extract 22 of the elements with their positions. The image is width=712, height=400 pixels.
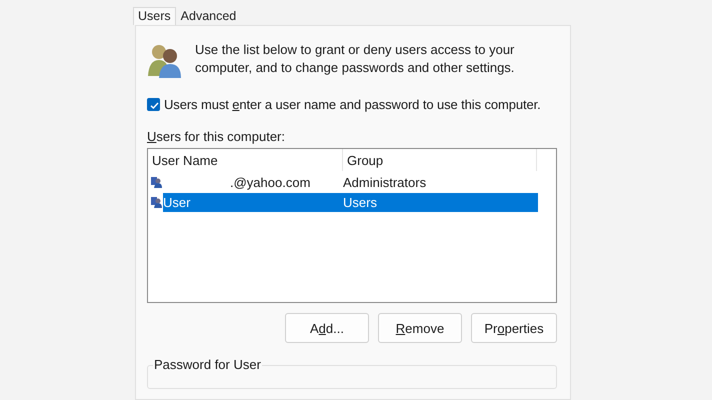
user-name-cell-text: User (163, 194, 192, 210)
button[interactable]: Properties (471, 313, 557, 343)
users-icon (147, 42, 183, 78)
button[interactable]: Remove (378, 313, 462, 343)
checkbox[interactable] (147, 98, 160, 111)
table-row[interactable]: .@yahoo.com Administrators (163, 172, 538, 192)
column-header[interactable]: User Name (148, 149, 343, 171)
group-cell: Administrators (343, 174, 426, 190)
user-icon (151, 196, 162, 208)
table-row[interactable]: User Users (163, 192, 538, 212)
group-cell: Users (343, 194, 377, 210)
column-header[interactable]: Group (343, 149, 537, 171)
group-title: Password for User (153, 358, 262, 372)
instruction-text: Use the list below to grant or deny users access to your computer, and to change passwords and other settings. (195, 41, 516, 77)
user-icon (151, 176, 162, 188)
tab[interactable]: Users (133, 7, 176, 25)
list-label: Users for this computer: (147, 129, 286, 146)
button[interactable]: Add... (285, 313, 369, 343)
tab[interactable]: Advanced (176, 7, 242, 25)
checkbox-label[interactable]: Users must enter a user name and password to use this computer. (164, 97, 541, 112)
users-list[interactable]: User Name Group .@yahoo.com Administrators User Users (147, 148, 557, 303)
user-name-cell-text: .@yahoo.com (229, 174, 312, 190)
